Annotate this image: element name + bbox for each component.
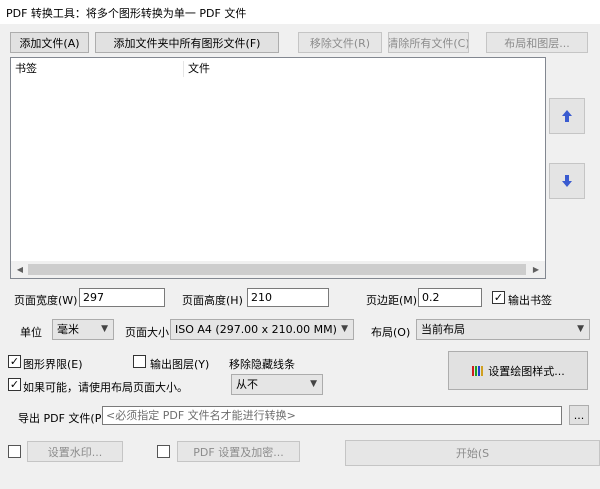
hidden-lines-select[interactable]: 从不 ▼ xyxy=(231,374,323,395)
output-layers-checkbox[interactable] xyxy=(133,355,146,368)
watermark-button[interactable]: 设置水印... xyxy=(27,441,123,462)
unit-select-value: 毫米 xyxy=(57,323,79,336)
layout-label: 布局(O) xyxy=(371,326,411,339)
output-layers-label: 输出图层(Y) xyxy=(150,358,210,371)
limits-checkbox[interactable]: ✓ xyxy=(8,355,21,368)
chevron-down-icon: ▼ xyxy=(310,379,317,389)
output-bookmarks-label: 输出书签 xyxy=(508,294,552,307)
add-folder-files-button[interactable]: 添加文件夹中所有图形文件(F) xyxy=(95,32,279,53)
title-bar: PDF 转换工具：将多个图形转换为单一 PDF 文件 xyxy=(0,0,600,24)
unit-label: 单位 xyxy=(20,326,42,339)
page-size-select[interactable]: ISO A4 (297.00 x 210.00 MM) ▼ xyxy=(170,319,354,340)
scroll-left-icon[interactable]: ◀ xyxy=(13,263,27,276)
file-list[interactable]: 书签 文件 ◀ ▶ xyxy=(10,57,546,279)
clear-all-files-button[interactable]: 清除所有文件(C) xyxy=(388,32,469,53)
page-width-label: 页面宽度(W) xyxy=(14,294,78,307)
hidden-lines-label: 移除隐藏线条 xyxy=(229,358,295,371)
scroll-right-icon[interactable]: ▶ xyxy=(529,263,543,276)
chevron-down-icon: ▼ xyxy=(101,324,108,334)
page-width-input[interactable]: 297 xyxy=(79,288,165,307)
margin-input[interactable]: 0.2 xyxy=(418,288,482,307)
arrow-up-icon xyxy=(562,110,572,122)
pdf-settings-checkbox[interactable] xyxy=(157,445,170,458)
add-file-button[interactable]: 添加文件(A) xyxy=(10,32,89,53)
page-height-label: 页面高度(H) xyxy=(182,294,243,307)
start-button[interactable]: 开始(S xyxy=(345,440,600,466)
remove-file-button[interactable]: 移除文件(R) xyxy=(298,32,382,53)
column-header-bookmark[interactable]: 书签 xyxy=(11,58,183,78)
plot-style-button-label: 设置绘图样式... xyxy=(488,364,565,378)
hidden-lines-select-value: 从不 xyxy=(236,378,258,391)
plot-style-button[interactable]: 设置绘图样式... xyxy=(448,351,588,390)
chevron-down-icon: ▼ xyxy=(577,324,584,334)
unit-select[interactable]: 毫米 ▼ xyxy=(52,319,114,340)
watermark-checkbox[interactable] xyxy=(8,445,21,458)
limits-label: 图形界限(E) xyxy=(23,358,83,371)
export-pdf-label: 导出 PDF 文件(P) xyxy=(18,412,106,425)
margin-label: 页边距(M) xyxy=(366,294,418,307)
page-size-select-value: ISO A4 (297.00 x 210.00 MM) xyxy=(175,323,337,336)
layout-and-layers-button[interactable]: 布局和图层... xyxy=(486,32,588,53)
window-title: PDF 转换工具：将多个图形转换为单一 PDF 文件 xyxy=(6,7,247,20)
use-layout-size-checkbox[interactable]: ✓ xyxy=(8,378,21,391)
move-down-button[interactable] xyxy=(549,163,585,199)
pens-icon xyxy=(472,365,484,376)
column-header-file[interactable]: 文件 xyxy=(184,58,384,78)
move-up-button[interactable] xyxy=(549,98,585,134)
export-pdf-input[interactable]: <必须指定 PDF 文件名才能进行转换> xyxy=(102,406,562,425)
page-height-input[interactable]: 210 xyxy=(247,288,329,307)
pdf-settings-button[interactable]: PDF 设置及加密... xyxy=(177,441,300,462)
arrow-down-icon xyxy=(562,175,572,187)
use-layout-size-label: 如果可能，请使用布局页面大小。 xyxy=(23,381,188,394)
horizontal-scrollbar[interactable]: ◀ ▶ xyxy=(11,261,545,278)
scrollbar-thumb[interactable] xyxy=(28,264,526,275)
browse-button[interactable]: ... xyxy=(569,405,589,425)
layout-select-value: 当前布局 xyxy=(421,323,465,336)
output-bookmarks-checkbox[interactable]: ✓ xyxy=(492,291,505,304)
layout-select[interactable]: 当前布局 ▼ xyxy=(416,319,590,340)
page-size-label: 页面大小 xyxy=(125,326,169,339)
chevron-down-icon: ▼ xyxy=(341,324,348,334)
